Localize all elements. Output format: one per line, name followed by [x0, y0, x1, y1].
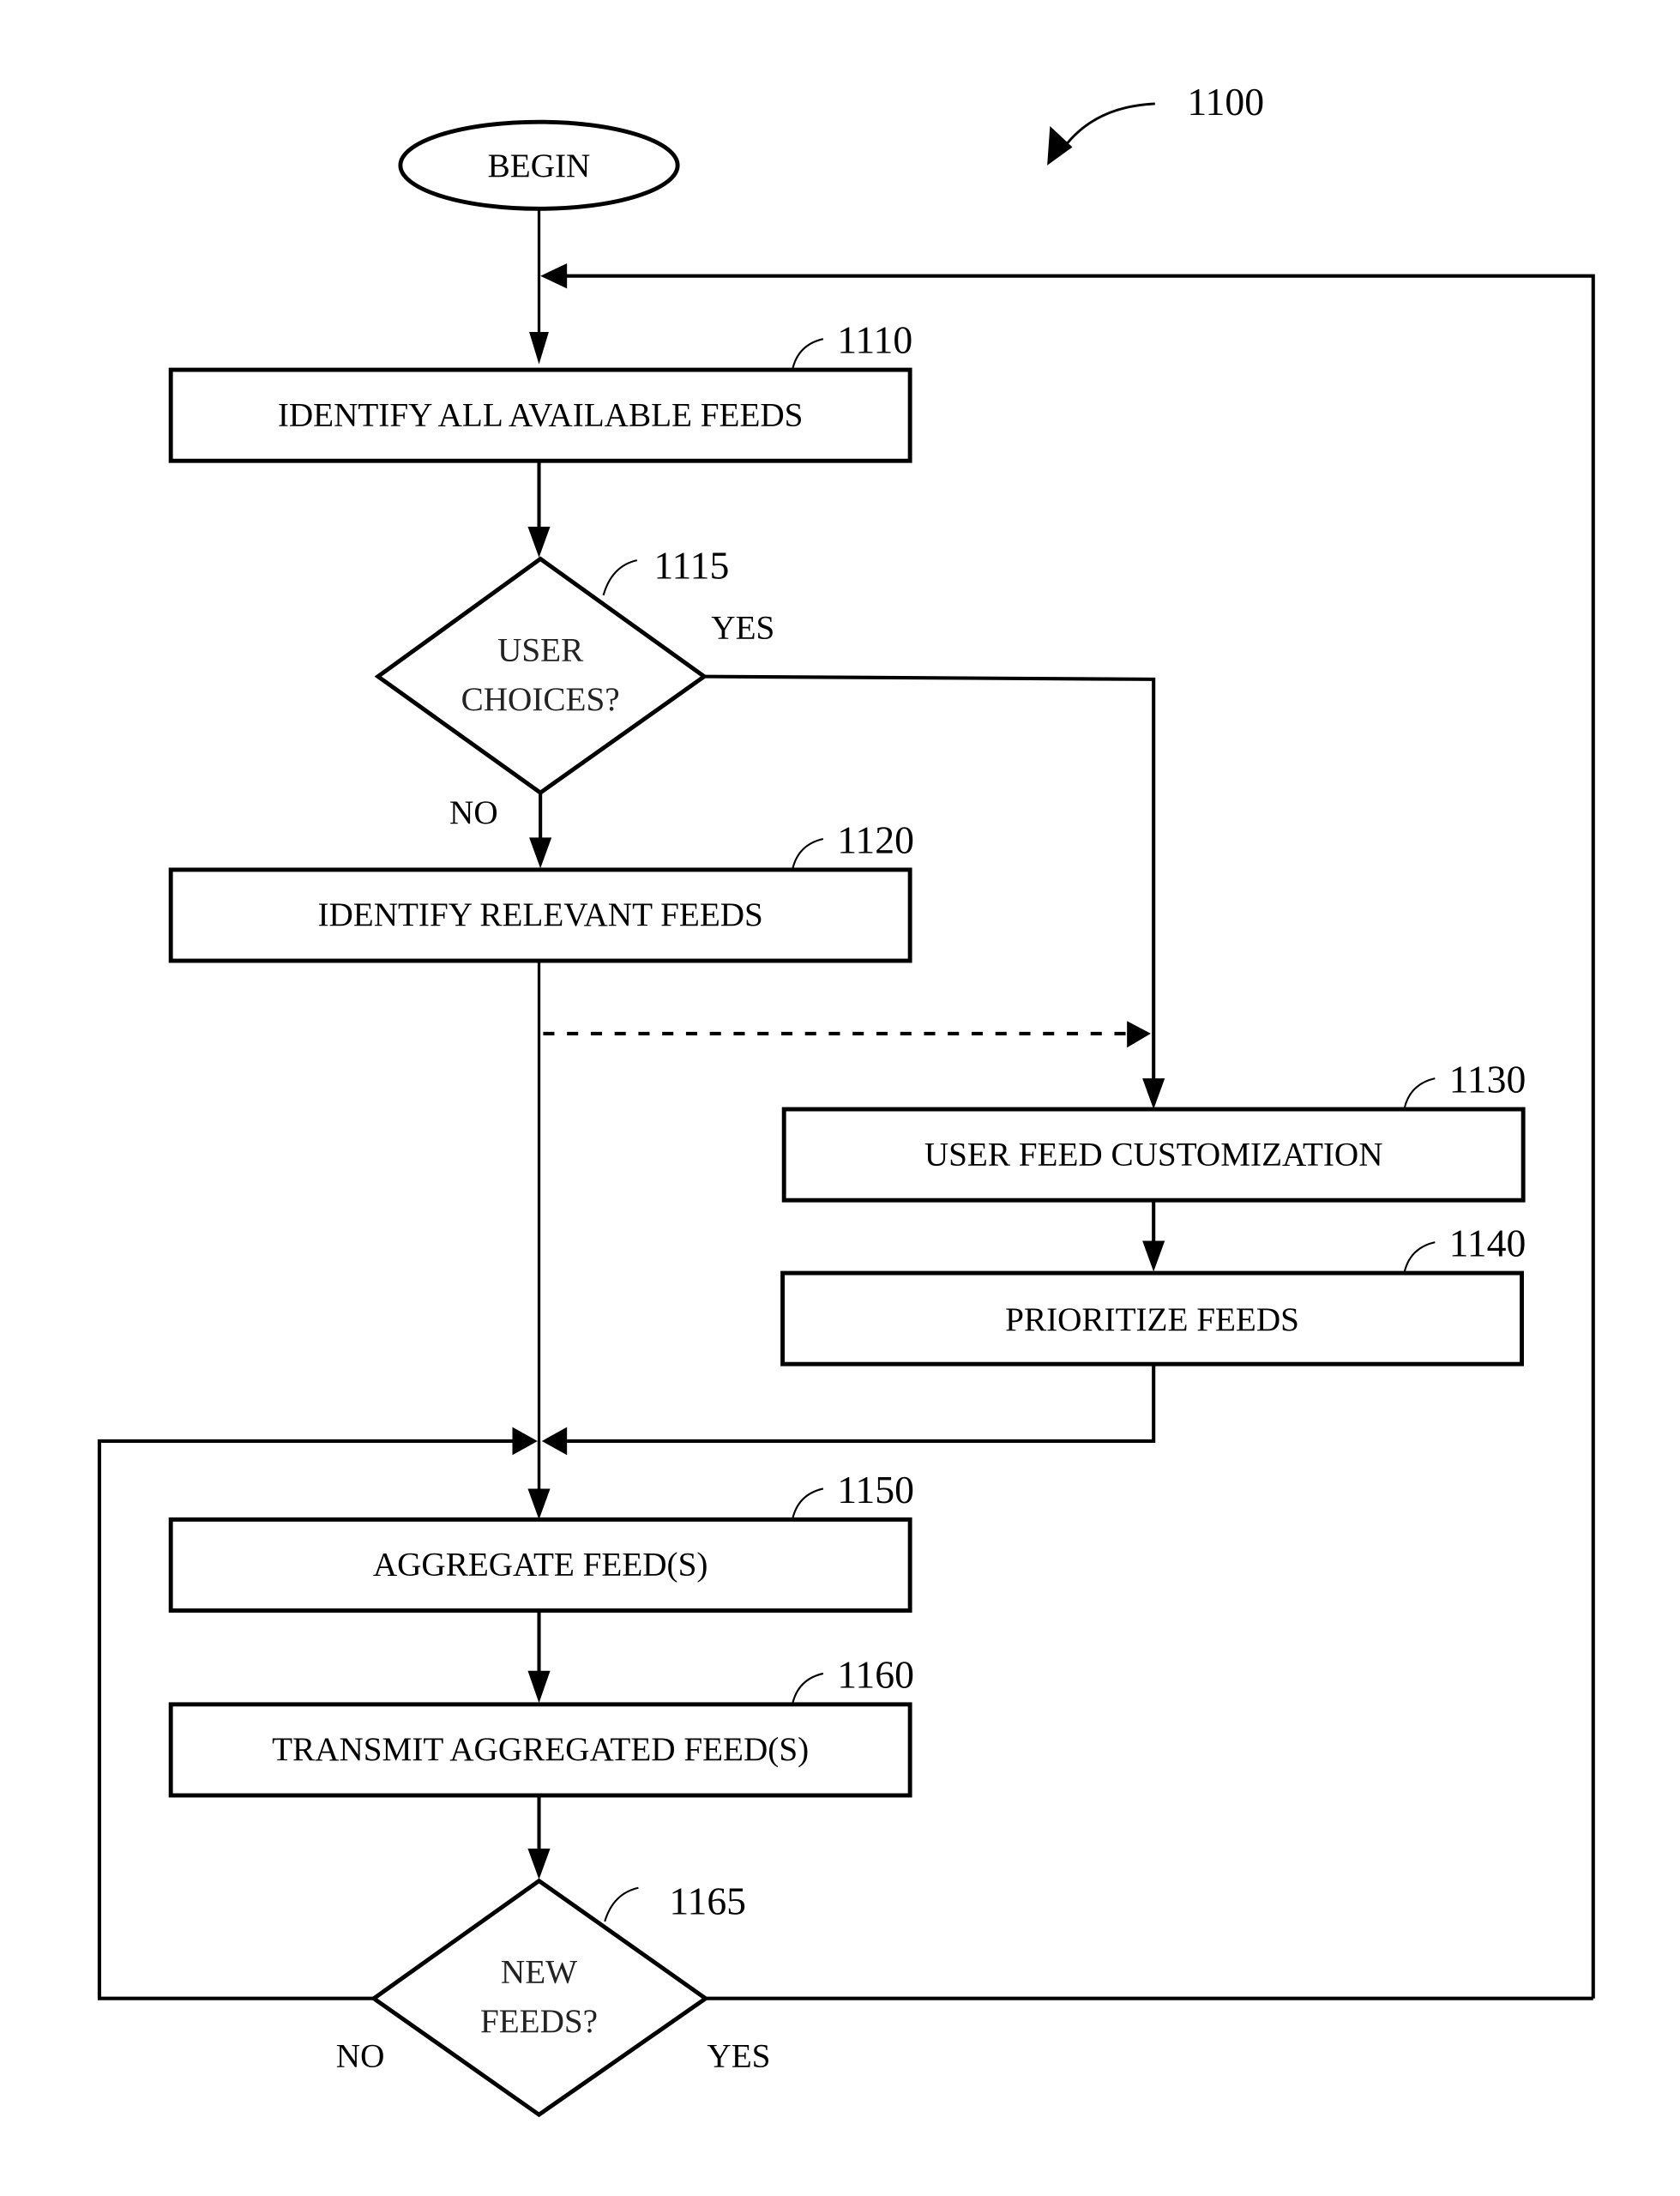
step-1150-ref: 1150	[837, 1468, 914, 1511]
step-1150-leader	[791, 1487, 824, 1520]
decision-1165-line2: FEEDS?	[480, 2003, 598, 2040]
decision-1115-ref: 1115	[653, 543, 729, 587]
decision-1165-leader	[604, 1886, 639, 1922]
decision-1115-line2: CHOICES?	[461, 681, 620, 718]
arrowhead-to-1140	[1142, 1240, 1165, 1272]
arrowhead-to-1160	[527, 1670, 551, 1704]
step-1130-leader	[1403, 1077, 1436, 1110]
step-1110-leader	[791, 338, 824, 371]
begin-label: BEGIN	[488, 148, 591, 184]
arrowhead-merge-left	[512, 1427, 538, 1456]
step-1140-ref: 1140	[1449, 1221, 1526, 1264]
figure-ref-arrowhead	[1047, 126, 1073, 166]
decision-1165-no-label: NO	[336, 2038, 385, 2075]
step-1140-label: PRIORITIZE FEEDS	[1005, 1301, 1299, 1338]
figure-ref-curve	[1060, 102, 1155, 153]
arrowhead-to-1150	[527, 1488, 551, 1520]
step-1160-leader	[791, 1672, 824, 1705]
arrowhead-merge-right	[541, 1427, 568, 1456]
arrowhead-loop-return	[540, 263, 568, 289]
decision-1115-line1: USER	[497, 632, 584, 669]
arrowhead-to-1120	[529, 837, 552, 869]
step-1140-leader	[1403, 1241, 1436, 1274]
arrowhead-to-1130	[1142, 1078, 1165, 1110]
connector-1140-merge	[567, 1364, 1156, 1444]
step-1130-label: USER FEED CUSTOMIZATION	[924, 1136, 1383, 1173]
step-1120-leader	[791, 837, 824, 871]
decision-1165-line1: NEW	[501, 1954, 577, 1991]
step-1160-label: TRANSMIT AGGREGATED FEED(S)	[272, 1731, 809, 1768]
flowchart-1100: 1100 BEGIN IDENTIFY ALL AVAILABLE FEEDS …	[97, 80, 1595, 2118]
step-1150-label: AGGREGATE FEED(S)	[373, 1547, 708, 1584]
arrowhead-to-1165	[527, 1849, 551, 1879]
decision-1165-ref: 1165	[669, 1879, 746, 1923]
decision-1115-yes-label: YES	[711, 610, 774, 647]
step-1110-label: IDENTIFY ALL AVAILABLE FEEDS	[278, 396, 804, 433]
figure-ref-label: 1100	[1187, 80, 1264, 124]
decision-1115-no-label: NO	[449, 794, 498, 831]
arrowhead-dashed	[1127, 1021, 1151, 1048]
decision-1115-diamond	[374, 556, 708, 796]
step-1120-ref: 1120	[837, 817, 914, 861]
step-1160-ref: 1160	[837, 1652, 914, 1696]
step-1130-ref: 1130	[1449, 1057, 1526, 1101]
decision-1115-leader	[602, 559, 638, 596]
decision-1165-yes-label: YES	[707, 2038, 770, 2075]
step-1120-label: IDENTIFY RELEVANT FEEDS	[317, 896, 762, 933]
step-1110-ref: 1110	[837, 318, 912, 362]
decision-1165-diamond	[370, 1878, 710, 2118]
arrowhead-to-1110	[529, 332, 549, 365]
arrowhead-to-1115	[527, 526, 551, 558]
